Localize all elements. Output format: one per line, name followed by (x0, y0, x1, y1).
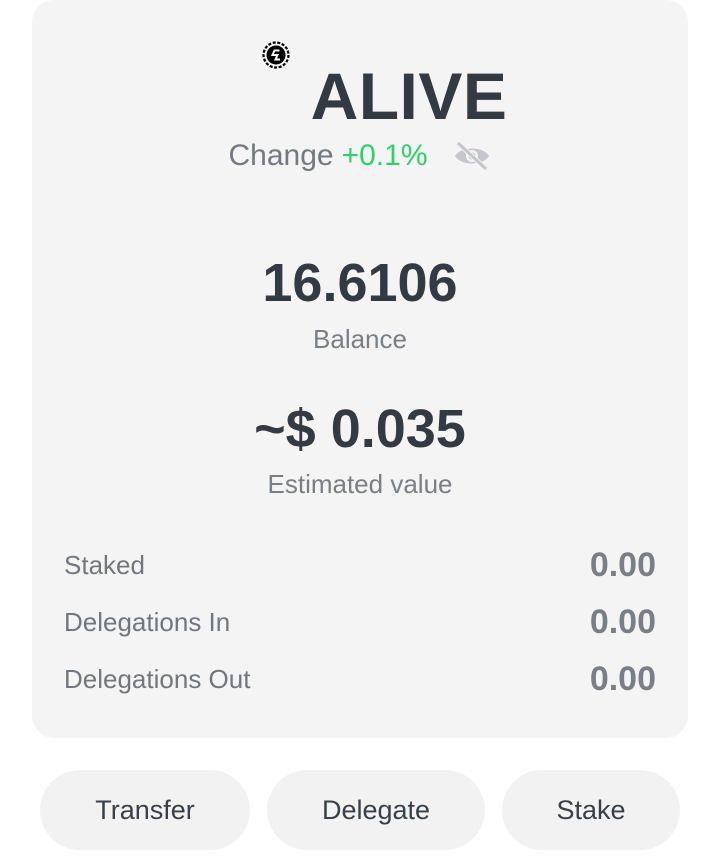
eye-slash-icon[interactable] (452, 140, 492, 172)
delegate-button[interactable]: Delegate (267, 770, 485, 850)
estimated-value-label: Estimated value (267, 469, 453, 499)
balance-value: 16.6106 (262, 253, 458, 313)
transfer-button[interactable]: Transfer (40, 770, 250, 850)
stat-row-delegations-out: Delegations Out 0.00 (64, 660, 656, 699)
change-value: +0.1% (341, 139, 428, 172)
stat-label: Delegations In (64, 607, 231, 637)
change-row: Change +0.1% (0, 139, 720, 173)
stat-label: Staked (64, 550, 145, 580)
token-name: ALIVE (310, 59, 508, 133)
stat-row-staked: Staked 0.00 (64, 546, 656, 585)
stat-value: 0.00 (589, 546, 656, 584)
stake-button[interactable]: Stake (502, 770, 680, 850)
token-detail-page: ALIVE Change +0.1% 16.6106 Balance ~$ 0.… (0, 0, 720, 868)
stat-value: 0.00 (589, 660, 656, 698)
stat-row-delegations-in: Delegations In 0.00 (64, 603, 656, 642)
stat-value: 0.00 (589, 603, 656, 641)
stat-label: Delegations Out (64, 664, 251, 694)
change-label: Change (228, 139, 334, 172)
balance-label: Balance (313, 324, 407, 354)
estimated-value: ~$ 0.035 (254, 399, 466, 459)
